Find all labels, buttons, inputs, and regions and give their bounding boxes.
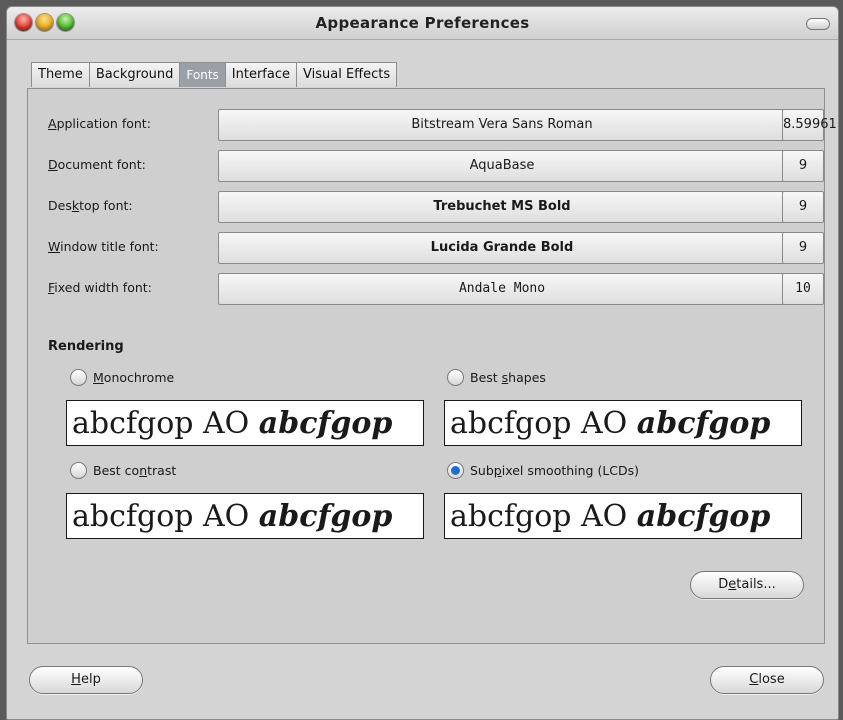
fixed-width-font-row: Fixed width font: Andale Mono 10 [48,273,824,305]
window-title-font-row: Window title font: Lucida Grande Bold 9 [48,232,824,264]
radio-best-contrast-label: Best contrast [93,463,177,478]
tab-background[interactable]: Background [88,62,181,87]
window-title: Appearance Preferences [315,14,530,32]
tab-fonts[interactable]: Fonts [179,62,226,87]
application-font-size[interactable]: 8.59961 [782,109,837,141]
document-font-label: Document font: [48,157,146,172]
title-bar[interactable]: Appearance Preferences [7,7,838,40]
radio-monochrome-label: Monochrome [93,370,175,385]
application-font-label: Application font: [48,116,151,131]
desktop-font-button[interactable]: Trebuchet MS Bold [218,191,786,223]
radio-subpixel-smoothing[interactable]: Subpixel smoothing (LCDs) [447,462,639,479]
document-font-size[interactable]: 9 [782,150,824,182]
tab-bar: Theme Background Fonts Interface Visual … [31,62,398,88]
best-shapes-preview: abcfgop AO abcfgop [444,400,802,446]
radio-best-shapes-indicator[interactable] [447,369,464,386]
help-button[interactable]: Help [29,666,143,694]
best-contrast-preview: abcfgop AO abcfgop [66,493,424,539]
desktop-font-size[interactable]: 9 [782,191,824,223]
tab-interface[interactable]: Interface [224,62,297,87]
window-title-font-label: Window title font: [48,239,159,254]
desktop-font-row: Desktop font: Trebuchet MS Bold 9 [48,191,824,223]
radio-monochrome-indicator[interactable] [70,369,87,386]
fixed-width-font-size[interactable]: 10 [782,273,824,305]
radio-best-shapes[interactable]: Best shapes [447,369,546,386]
radio-subpixel-smoothing-indicator[interactable] [447,462,464,479]
radio-best-contrast-indicator[interactable] [70,462,87,479]
radio-best-contrast[interactable]: Best contrast [70,462,176,479]
window-title-font-button[interactable]: Lucida Grande Bold [218,232,786,264]
details-button[interactable]: Details... [690,571,804,599]
application-font-button[interactable]: Bitstream Vera Sans Roman [218,109,786,141]
document-font-row: Document font: AquaBase 9 [48,150,824,182]
fixed-width-font-button[interactable]: Andale Mono [218,273,786,305]
toolbar-toggle-icon[interactable] [806,18,830,30]
radio-best-shapes-label: Best shapes [470,370,546,385]
radio-monochrome[interactable]: Monochrome [70,369,174,386]
monochrome-preview: abcfgop AO abcfgop [66,400,424,446]
fixed-width-font-label: Fixed width font: [48,280,152,295]
appearance-preferences-window: Appearance Preferences Theme Background … [6,6,839,720]
window-title-font-size[interactable]: 9 [782,232,824,264]
application-font-row: Application font: Bitstream Vera Sans Ro… [48,109,837,141]
subpixel-smoothing-preview: abcfgop AO abcfgop [444,493,802,539]
tab-visual-effects[interactable]: Visual Effects [296,62,398,87]
document-font-button[interactable]: AquaBase [218,150,786,182]
radio-subpixel-smoothing-label: Subpixel smoothing (LCDs) [470,463,640,478]
rendering-heading: Rendering [48,339,124,354]
tab-theme[interactable]: Theme [31,62,90,87]
fonts-panel: Application font: Bitstream Vera Sans Ro… [27,88,837,644]
desktop-font-label: Desktop font: [48,198,133,213]
close-button[interactable]: Close [710,666,824,694]
